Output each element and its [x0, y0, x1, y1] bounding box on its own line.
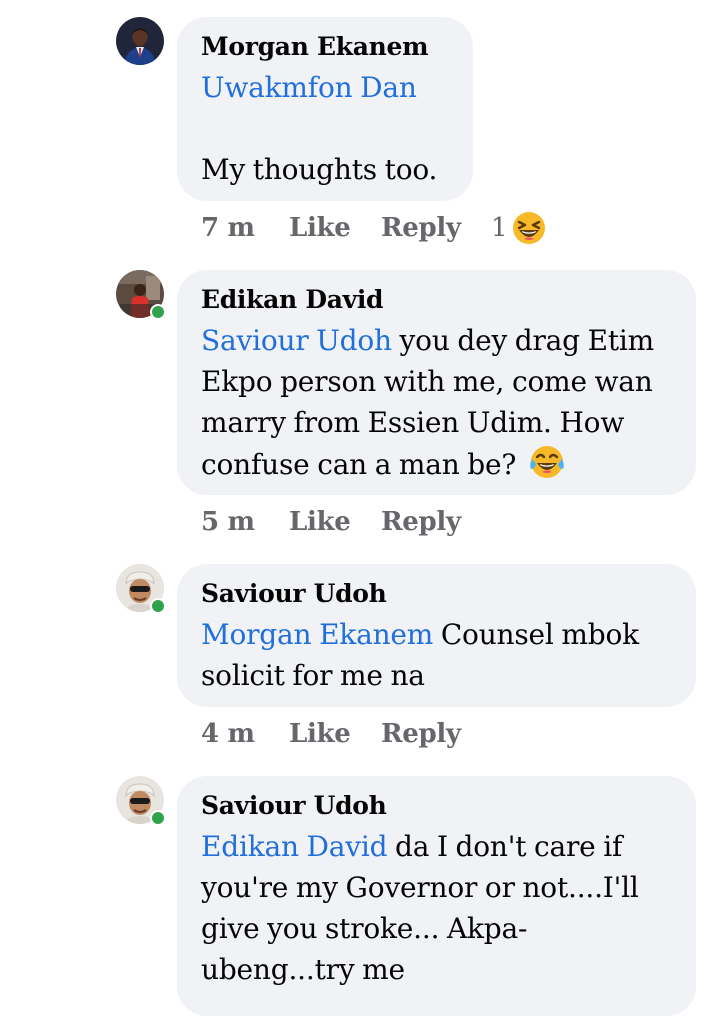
comment-author[interactable]: Edikan David: [201, 280, 672, 320]
comment-timestamp[interactable]: 7 m: [201, 213, 289, 243]
comment-author[interactable]: Saviour Udoh: [201, 574, 672, 614]
comment-timestamp[interactable]: 4 m: [201, 719, 289, 749]
online-status-indicator: [150, 810, 166, 826]
reply-button[interactable]: Reply: [381, 507, 491, 537]
like-button[interactable]: Like: [289, 213, 381, 243]
laughing-squint-emoji-icon: [513, 212, 546, 244]
comment-text: Uwakmfon Dan My thoughts too.: [201, 67, 449, 190]
online-status-indicator: [150, 304, 166, 320]
reply-button[interactable]: Reply: [381, 213, 491, 243]
comment-timestamp[interactable]: 5 m: [201, 507, 289, 537]
like-button[interactable]: Like: [289, 507, 381, 537]
comment-bubble: Saviour Udoh Edikan David da I don't car…: [177, 776, 696, 1016]
comment-bubble: Saviour Udoh Morgan Ekanem Counsel mbok …: [177, 564, 696, 707]
tears-of-joy-emoji-icon: [530, 446, 564, 478]
mention-link[interactable]: Morgan Ekanem: [201, 618, 433, 651]
mention-link[interactable]: Uwakmfon Dan: [201, 71, 417, 104]
reaction-summary[interactable]: 1: [491, 210, 547, 246]
reaction-count: 1: [491, 213, 508, 243]
comment-text: Saviour Udoh you dey drag Etim Ekpo pers…: [201, 320, 672, 485]
comment-actions: 5 m Like Reply: [201, 502, 491, 542]
avatar[interactable]: [116, 564, 166, 614]
comment-author[interactable]: Saviour Udoh: [201, 786, 672, 826]
mention-link[interactable]: Edikan David: [201, 830, 388, 863]
avatar-image: [116, 17, 164, 65]
comment-text: Edikan David da I don't care if you're m…: [201, 826, 672, 990]
online-status-indicator: [150, 598, 166, 614]
comment-actions: 7 m Like Reply 1: [201, 208, 547, 248]
avatar[interactable]: [116, 776, 166, 826]
like-button[interactable]: Like: [289, 719, 381, 749]
comment-body: My thoughts too.: [201, 153, 438, 186]
comment-bubble: Edikan David Saviour Udoh you dey drag E…: [177, 270, 696, 495]
reply-button[interactable]: Reply: [381, 719, 491, 749]
comment-actions: 4 m Like Reply: [201, 714, 491, 754]
avatar[interactable]: [116, 270, 166, 320]
mention-link[interactable]: Saviour Udoh: [201, 324, 392, 357]
comment-author[interactable]: Morgan Ekanem: [201, 27, 449, 67]
avatar[interactable]: [116, 17, 164, 65]
comment-text: Morgan Ekanem Counsel mbok solicit for m…: [201, 614, 672, 696]
comment-bubble: Morgan Ekanem Uwakmfon Dan My thoughts t…: [177, 17, 473, 201]
